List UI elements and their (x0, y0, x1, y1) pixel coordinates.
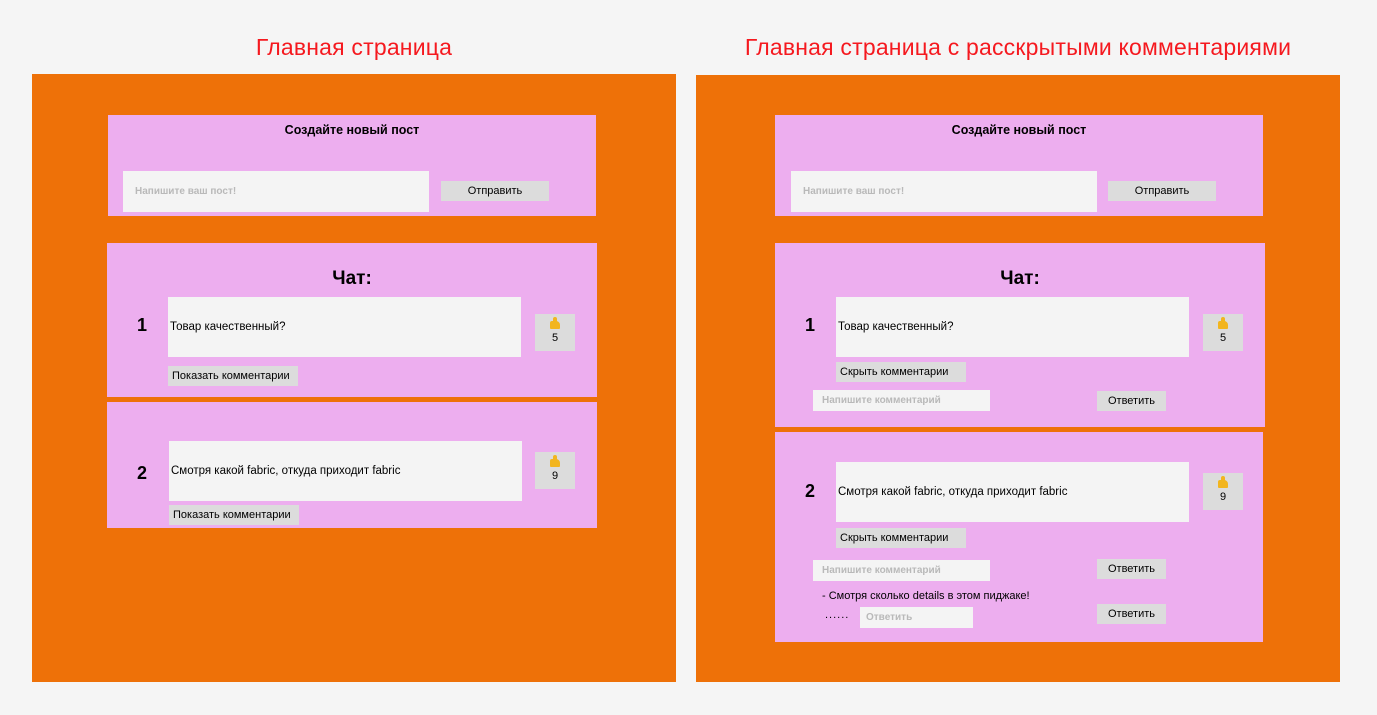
post-number: 1 (805, 315, 816, 335)
create-post-panel: Создайте новый пост Отправить (775, 115, 1263, 216)
chat-title: Чат: (1000, 268, 1040, 289)
like-button[interactable]: 9 (1203, 473, 1243, 510)
thumbs-up-icon (1218, 476, 1228, 488)
comment-reply-input[interactable] (860, 607, 973, 628)
chat-panel: Чат: 1 Товар качественный? 5 Показать ко… (107, 243, 597, 397)
post-message: Товар качественный? (836, 297, 1189, 357)
comment-input[interactable] (813, 390, 990, 411)
comment-indent-dots: ...... (825, 609, 850, 621)
post-panel: 2 Смотря какой fabric, откуда приходит f… (775, 432, 1263, 642)
post-message: Смотря какой fabric, откуда приходит fab… (836, 462, 1189, 522)
post-message: Смотря какой fabric, откуда приходит fab… (169, 441, 522, 501)
hide-comments-button[interactable]: Скрыть комментарии (836, 528, 966, 548)
post-panel: 2 Смотря какой fabric, откуда приходит f… (107, 402, 597, 528)
frame-title-expanded: Главная страница с расскрытыми комментар… (744, 34, 1292, 60)
post-input[interactable] (123, 171, 429, 212)
comment-text: - Смотря сколько details в этом пиджаке! (822, 590, 1030, 602)
send-button[interactable]: Отправить (1108, 181, 1216, 201)
chat-panel: Чат: 1 Товар качественный? 5 Скрыть комм… (775, 243, 1265, 427)
post-number: 2 (137, 463, 148, 483)
thumbs-up-icon (1218, 317, 1228, 329)
post-number: 2 (805, 481, 816, 501)
like-count: 5 (551, 332, 559, 344)
post-input[interactable] (791, 171, 1097, 212)
post-number: 1 (137, 315, 148, 335)
post-message: Товар качественный? (168, 297, 521, 357)
like-button[interactable]: 5 (535, 314, 575, 351)
thumbs-up-icon (550, 455, 560, 467)
send-button[interactable]: Отправить (441, 181, 549, 201)
thumbs-up-icon (550, 317, 560, 329)
reply-button[interactable]: Ответить (1097, 391, 1166, 411)
like-button[interactable]: 5 (1203, 314, 1243, 351)
comment-input[interactable] (813, 560, 990, 581)
create-post-panel: Создайте новый пост Отправить (108, 115, 596, 216)
show-comments-button[interactable]: Показать комментарии (168, 366, 298, 386)
comment-reply-button[interactable]: Ответить (1097, 604, 1166, 624)
like-count: 9 (551, 470, 559, 482)
like-count: 9 (1219, 491, 1227, 503)
show-comments-button[interactable]: Показать комментарии (169, 505, 299, 525)
frame-title-main: Главная страница (255, 34, 453, 60)
hide-comments-button[interactable]: Скрыть комментарии (836, 362, 966, 382)
create-post-heading: Создайте новый пост (284, 123, 420, 137)
like-button[interactable]: 9 (535, 452, 575, 489)
reply-button[interactable]: Ответить (1097, 559, 1166, 579)
like-count: 5 (1219, 332, 1227, 344)
chat-title: Чат: (332, 268, 372, 289)
create-post-heading: Создайте новый пост (951, 123, 1087, 137)
